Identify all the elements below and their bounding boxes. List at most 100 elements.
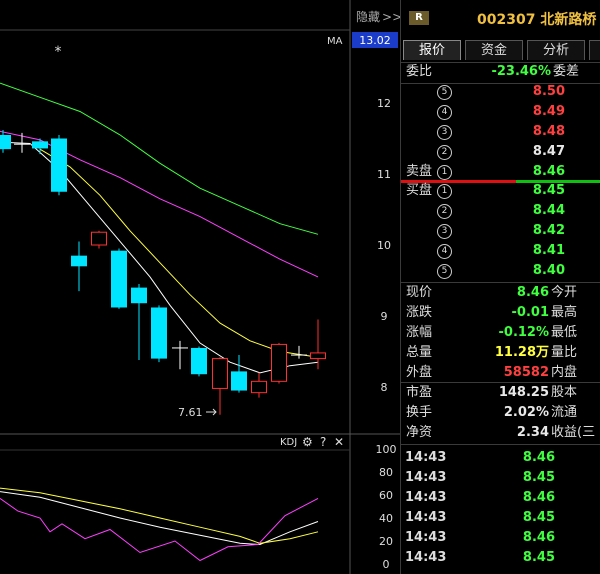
signal-star: * [55, 44, 62, 60]
divider [401, 444, 600, 445]
kdj-close-icon[interactable]: ✕ [334, 435, 344, 449]
kdj-lines [0, 487, 319, 562]
tick-row: 14:43 8.45 [401, 508, 600, 528]
fund-label: 市盈 [406, 385, 433, 400]
quote-value: 58582 [503, 365, 549, 380]
tab-more[interactable] [589, 40, 600, 60]
asks: 2 8.47 [401, 142, 600, 162]
rzrq-badge: R [409, 11, 429, 25]
kline-chart: 隐藏 >> MA 13.02 * 12111098 7.61 KDJ ⚙ ? ✕ … [0, 0, 400, 574]
bids: 5 8.40 [401, 261, 600, 281]
price-axis-label: 8 [381, 381, 388, 394]
candle-body [0, 134, 11, 150]
kdj-axis-label: 60 [379, 489, 393, 502]
level-index: 1 [437, 184, 452, 199]
kdj-axis-label: 100 [376, 443, 397, 456]
quote-label: 现价 [406, 285, 433, 300]
ma10-line [39, 148, 319, 358]
asks: 5 8.50 [401, 82, 600, 102]
bids: 2 8.44 [401, 201, 600, 221]
asks: 3 8.48 [401, 122, 600, 142]
fund-label: 换手 [406, 405, 433, 420]
committee-row: 委比 -23.46% 委差 [401, 62, 600, 82]
quote-label-2: 今开 [551, 285, 578, 300]
stock-title: 002307 北新路桥 [477, 12, 597, 28]
quote-value: -0.01 [511, 305, 549, 320]
fund-label-2: 流通 [551, 405, 578, 420]
quote-row: 涨跌 -0.01 最高 [401, 303, 600, 323]
bids: 买盘 1 8.45 [401, 181, 600, 201]
candlesticks [0, 129, 326, 415]
tick-time: 14:43 [405, 490, 447, 505]
level-price: 8.47 [532, 144, 565, 159]
candle-body [151, 307, 167, 359]
side-label: 买盘 [406, 183, 433, 198]
tab-funds[interactable]: 资金 [465, 40, 523, 60]
fund-row: 换手 2.02% 流通 [401, 403, 600, 423]
quote-label-2: 内盘 [551, 365, 578, 380]
tick-time: 14:43 [405, 550, 447, 565]
tick-time: 14:43 [405, 470, 447, 485]
level-index: 3 [437, 125, 452, 140]
stock-header: R 002307 北新路桥 [401, 0, 600, 36]
level-index: 4 [437, 244, 452, 259]
quote-label: 外盘 [406, 365, 433, 380]
candle-body [231, 371, 247, 391]
tick-row: 14:43 8.46 [401, 448, 600, 468]
kdj-help-icon[interactable]: ? [320, 435, 326, 449]
level-price: 8.41 [532, 243, 565, 258]
level-index: 5 [437, 264, 452, 279]
quote-tabs: 报价 资金 分析 [401, 40, 600, 62]
fund-value: 2.02% [503, 405, 549, 420]
level-price: 8.44 [532, 203, 565, 218]
level-index: 3 [437, 224, 452, 239]
price-axis-bg [350, 0, 400, 574]
tick-price: 8.46 [522, 530, 555, 545]
kline-chart-panel[interactable]: 隐藏 >> MA 13.02 * 12 11 10 9 8 7.61 KDJ ⚙ ? ✕ … [0, 0, 400, 574]
tick-row: 14:43 8.45 [401, 468, 600, 488]
tick-time: 14:43 [405, 530, 447, 545]
side-label: 卖盘 [406, 164, 433, 179]
fund-value: 148.25 [498, 385, 549, 400]
kdj-axis-label: 40 [379, 512, 393, 525]
level-index: 2 [437, 145, 452, 160]
level-price: 8.46 [532, 164, 565, 179]
level-price: 8.50 [532, 84, 565, 99]
current-price-tag-text: 13.02 [359, 34, 391, 47]
hide-button[interactable]: 隐藏 >> [356, 10, 400, 24]
fund-label-2: 收益(三 [551, 425, 596, 440]
level-index: 1 [437, 165, 452, 180]
kdj-axis-label: 20 [379, 535, 393, 548]
tick-price: 8.45 [522, 470, 555, 485]
price-axis-label: 11 [377, 168, 391, 181]
tab-analysis[interactable]: 分析 [527, 40, 585, 60]
committee-value: -23.46% [491, 64, 551, 79]
fund-row: 市盈 148.25 股本 [401, 383, 600, 403]
kdj-gear-icon[interactable]: ⚙ [302, 435, 313, 449]
tick-time: 14:43 [405, 450, 447, 465]
candle-body [310, 352, 326, 360]
quote-label-2: 最高 [551, 305, 578, 320]
fund-label-2: 股本 [551, 385, 578, 400]
committee-diff-label: 委差 [553, 64, 580, 79]
level-price: 8.49 [532, 104, 565, 119]
quote-label: 涨跌 [406, 305, 433, 320]
candle-body [212, 358, 228, 389]
tick-row: 14:43 8.46 [401, 488, 600, 508]
quote-row: 涨幅 -0.12% 最低 [401, 323, 600, 343]
level-price: 8.45 [532, 183, 565, 198]
tick-row: 14:43 8.45 [401, 548, 600, 568]
candle-body [271, 343, 287, 382]
tick-price: 8.45 [522, 510, 555, 525]
level-index: 2 [437, 204, 452, 219]
price-axis-label: 12 [377, 97, 391, 110]
candle-body [32, 141, 48, 149]
tab-quote[interactable]: 报价 [403, 40, 461, 60]
quote-label: 涨幅 [406, 325, 433, 340]
price-axis-label: 9 [381, 310, 388, 323]
quote-label-2: 量比 [551, 345, 578, 360]
level-index: 5 [437, 85, 452, 100]
kdj-axis-label: 0 [383, 558, 390, 571]
kdj-j-line [0, 497, 319, 562]
candle-body [71, 255, 87, 267]
